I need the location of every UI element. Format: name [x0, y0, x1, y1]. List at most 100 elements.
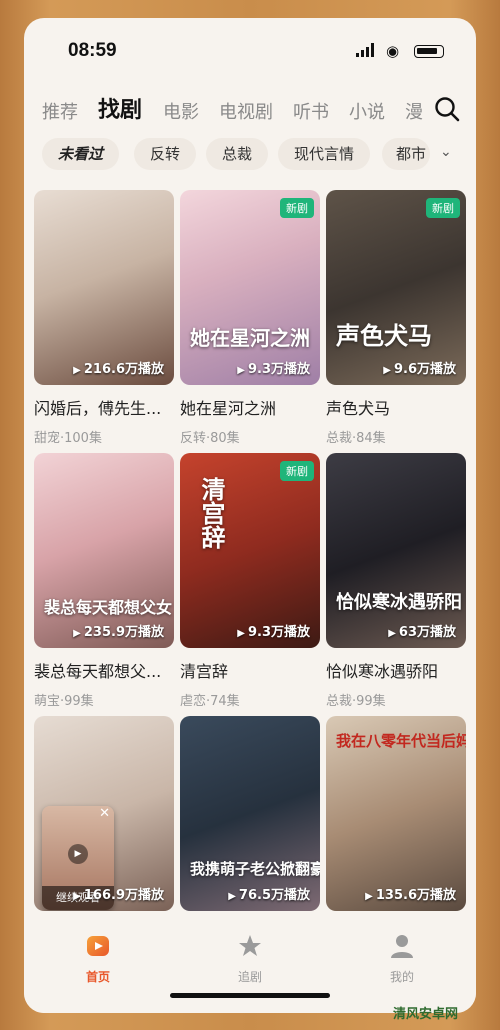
play-icon: ▶ — [228, 891, 236, 902]
play-count-text: 9.6万播放 — [393, 362, 456, 377]
play-count-text: 166.9万播放 — [83, 888, 164, 903]
new-badge: 新剧 — [280, 198, 314, 218]
drama-card[interactable]: 恰似寒冰遇骄阳 ▶ 63万播放 恰似寒冰遇骄阳 总裁·99集 — [326, 453, 466, 709]
filter-modern-romance[interactable]: 现代言情 — [278, 138, 371, 170]
bottom-nav: 首页 追剧 我的 — [24, 923, 476, 1013]
card-title[interactable]: 裴总每天都想父... — [34, 658, 174, 682]
play-count-text: 216.6万播放 — [83, 362, 164, 377]
card-meta: 甜宠·100集 — [34, 431, 102, 446]
status-time: 08:59 — [68, 40, 117, 61]
poster-title-art: 裴总每天都想父女 — [44, 598, 173, 617]
drama-poster[interactable]: ▶ 216.6万播放 — [34, 190, 174, 385]
drama-poster[interactable]: 我在八零年代当后妈 ▶ 135.6万播放 — [326, 716, 466, 911]
filter-urban[interactable]: 都市 — [382, 138, 430, 170]
drama-poster[interactable]: 新剧 声色犬马 ▶ 9.6万播放 — [326, 190, 466, 385]
poster-title-art: 我携萌子老公掀翻豪门 — [190, 860, 320, 878]
nav-follow[interactable]: 追剧 — [220, 933, 280, 985]
drama-card[interactable]: 我携萌子老公掀翻豪门 ▶76.5万播放 — [180, 716, 320, 911]
poster-title-art: 我在八零年代当后妈 — [336, 732, 466, 750]
tab-find-drama[interactable]: 找剧 — [98, 92, 142, 124]
drama-card[interactable]: ✕ ▶ 继续观看 ▶ 166.9万播放 — [34, 716, 174, 911]
drama-poster[interactable]: 我携萌子老公掀翻豪门 ▶76.5万播放 — [180, 716, 320, 911]
card-meta: 虐恋·74集 — [180, 694, 240, 709]
play-count: ▶ 166.9万播放 — [73, 884, 164, 903]
wifi-icon: ◉ — [386, 42, 400, 60]
tab-movie[interactable]: 电影 — [163, 98, 199, 124]
play-count: ▶ 76.5万播放 — [228, 884, 310, 903]
drama-card[interactable]: 我在八零年代当后妈 ▶ 135.6万播放 — [326, 716, 466, 911]
poster-title-art: 恰似寒冰遇骄阳 — [336, 592, 462, 613]
top-tabs: 推荐 找剧 电影 电视剧 听书 小说 漫 — [24, 88, 476, 132]
play-count: ▶ 9.3万播放 — [237, 621, 310, 640]
search-icon[interactable] — [434, 96, 460, 122]
tab-tv-series[interactable]: 电视剧 — [219, 98, 273, 124]
play-icon: ▶ — [365, 891, 373, 902]
drama-poster[interactable]: 新剧 清宫辞 ▶ 9.3万播放 — [180, 453, 320, 648]
card-title[interactable]: 闪婚后，傅先生... — [34, 395, 174, 419]
play-count: ▶ 235.9万播放 — [73, 621, 164, 640]
play-icon: ▶ — [383, 365, 391, 376]
card-meta: 萌宝·99集 — [34, 694, 94, 709]
drama-poster[interactable]: 恰似寒冰遇骄阳 ▶ 63万播放 — [326, 453, 466, 648]
play-icon: ▶ — [73, 891, 81, 902]
phone-screen: 08:59 ◉ 推荐 找剧 电影 电视剧 听书 小说 漫 未看过 反转 总裁 现… — [24, 18, 476, 1013]
signal-icon — [356, 43, 374, 57]
status-bar: 08:59 ◉ — [24, 18, 476, 78]
new-badge: 新剧 — [280, 461, 314, 481]
filter-unwatched[interactable]: 未看过 — [42, 138, 120, 170]
card-meta: 反转·80集 — [180, 431, 240, 446]
card-title[interactable]: 声色犬马 — [326, 395, 466, 419]
play-count: ▶ 135.6万播放 — [365, 884, 456, 903]
poster-title-art: 她在星河之洲 — [190, 326, 310, 350]
tab-comic[interactable]: 漫 — [405, 98, 423, 124]
card-meta: 总裁·99集 — [326, 694, 386, 709]
home-indicator — [170, 993, 330, 998]
play-icon: ▶ — [237, 365, 245, 376]
nav-profile[interactable]: 我的 — [372, 933, 432, 985]
card-meta: 总裁·84集 — [326, 431, 386, 446]
play-count-text: 9.3万播放 — [247, 625, 310, 640]
close-icon[interactable]: ✕ — [99, 806, 110, 821]
card-title[interactable]: 她在星河之洲 — [180, 395, 320, 419]
nav-follow-label: 追剧 — [237, 970, 262, 984]
drama-card[interactable]: ▶ 216.6万播放 闪婚后，傅先生... 甜宠·100集 — [34, 190, 174, 446]
play-icon: ▶ — [388, 628, 396, 639]
play-count-text: 63万播放 — [398, 625, 456, 640]
user-icon — [391, 935, 413, 958]
play-count-text: 235.9万播放 — [83, 625, 164, 640]
card-title[interactable]: 恰似寒冰遇骄阳 — [326, 658, 466, 682]
drama-card[interactable]: 新剧 清宫辞 ▶ 9.3万播放 清宫辞 虐恋·74集 — [180, 453, 320, 709]
play-count-text: 76.5万播放 — [238, 888, 310, 903]
new-badge: 新剧 — [426, 198, 460, 218]
tab-recommend[interactable]: 推荐 — [42, 98, 78, 124]
watermark: 清风安卓网 — [393, 1007, 459, 1022]
play-count-text: 135.6万播放 — [375, 888, 456, 903]
play-count: ▶ 9.6万播放 — [383, 358, 456, 377]
drama-poster[interactable]: ✕ ▶ 继续观看 ▶ 166.9万播放 — [34, 716, 174, 911]
drama-card[interactable]: 新剧 声色犬马 ▶ 9.6万播放 声色犬马 总裁·84集 — [326, 190, 466, 446]
nav-profile-label: 我的 — [389, 970, 414, 984]
nav-home[interactable]: 首页 — [68, 933, 128, 985]
play-icon: ▶ — [73, 628, 81, 639]
play-icon: ▶ — [237, 628, 245, 639]
poster-title-art: 清宫辞 — [197, 477, 226, 549]
filter-twist[interactable]: 反转 — [134, 138, 197, 170]
home-icon — [87, 936, 109, 956]
chevron-down-icon[interactable]: ⌄ — [440, 144, 452, 160]
drama-poster[interactable]: 裴总每天都想父女 ▶ 235.9万播放 — [34, 453, 174, 648]
battery-icon — [414, 45, 444, 58]
tab-audiobook[interactable]: 听书 — [293, 98, 329, 124]
drama-poster[interactable]: 新剧 她在星河之洲 ▶ 9.3万播放 — [180, 190, 320, 385]
play-count: ▶ 216.6万播放 — [73, 358, 164, 377]
filter-chips: 未看过 反转 总裁 现代言情 都市 ⌄ — [24, 138, 476, 174]
poster-title-art: 声色犬马 — [336, 321, 432, 350]
drama-card[interactable]: 新剧 她在星河之洲 ▶ 9.3万播放 她在星河之洲 反转·80集 — [180, 190, 320, 446]
filter-ceo[interactable]: 总裁 — [206, 138, 269, 170]
tab-novel[interactable]: 小说 — [349, 98, 385, 124]
drama-card[interactable]: 裴总每天都想父女 ▶ 235.9万播放 裴总每天都想父... 萌宝·99集 — [34, 453, 174, 709]
play-count: ▶ 63万播放 — [388, 621, 456, 640]
play-icon[interactable]: ▶ — [68, 844, 88, 864]
card-title[interactable]: 清宫辞 — [180, 658, 320, 682]
play-count: ▶ 9.3万播放 — [237, 358, 310, 377]
nav-home-label: 首页 — [85, 970, 110, 984]
